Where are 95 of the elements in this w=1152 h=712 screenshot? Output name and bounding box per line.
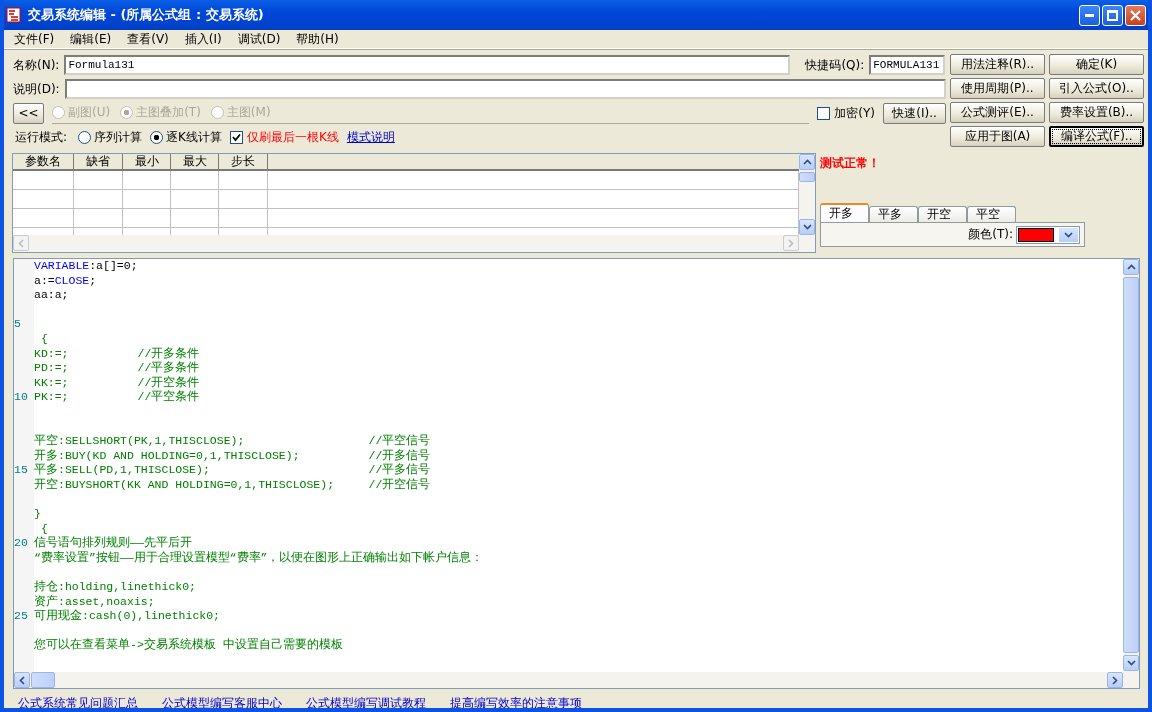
- code-line: 持仓:holding,linethick0;: [34, 580, 197, 595]
- dialog-button[interactable]: 公式测评(E)..: [950, 102, 1045, 123]
- scroll-down-button[interactable]: [1123, 655, 1139, 671]
- help-link[interactable]: 公式模型编写客服中心: [162, 695, 282, 708]
- code-line: 您可以在查看菜单->交易系统模板 中设置自己需要的模板: [34, 638, 343, 654]
- tab[interactable]: 平空: [967, 206, 1016, 222]
- field-label: 名称(N):: [12, 56, 61, 74]
- menu-item[interactable]: 调试(D): [229, 30, 289, 48]
- window-title: 交易系统编辑 - (所属公式组 : 交易系统): [28, 6, 265, 24]
- column-header[interactable]: 步长: [219, 154, 268, 169]
- code-line: VARIABLE:a[]=0;: [34, 259, 138, 274]
- status-message: 测试正常！: [820, 155, 881, 172]
- line-number: 5: [14, 317, 21, 332]
- minimize-button[interactable]: [1079, 4, 1100, 26]
- line-number: 15: [14, 463, 28, 478]
- radio-button[interactable]: 逐K线计算: [150, 128, 222, 146]
- dialog-button[interactable]: 引入公式(O)..: [1049, 78, 1144, 99]
- scroll-up-button[interactable]: [799, 154, 815, 170]
- checkbox[interactable]: 加密(Y): [817, 104, 875, 122]
- line-number: 10: [14, 390, 28, 405]
- menu-item[interactable]: 文件(F): [6, 30, 63, 48]
- maximize-icon: [1107, 9, 1118, 21]
- close-button[interactable]: [1125, 4, 1146, 26]
- chevron-down-icon: [802, 224, 812, 230]
- column-header[interactable]: 缺省: [74, 154, 123, 169]
- tab[interactable]: 开多: [820, 203, 869, 222]
- code-line: 可用现金:cash(0),linethick0;: [34, 609, 221, 624]
- code-line: {: [39, 331, 48, 347]
- maximize-button[interactable]: [1102, 4, 1123, 26]
- tab[interactable]: 开空: [918, 206, 967, 222]
- code-line: KD:=; //开多条件: [34, 346, 200, 361]
- close-icon: [1130, 9, 1141, 21]
- code-line: 开多:BUY(KD AND HOLDING=0,1,THISCLOSE); //开多信号: [34, 448, 431, 463]
- code-line: PD:=; //平多条件: [34, 361, 200, 376]
- code-line: }: [34, 507, 41, 522]
- code-line: 信号语句排列规则——先平后开: [34, 536, 192, 551]
- name-field[interactable]: Formula131: [64, 55, 791, 75]
- chevron-left-icon: [19, 675, 25, 685]
- code-line: 开空:BUYSHORT(KK AND HOLDING=0,1,THISCLOSE); //开空信号: [34, 477, 431, 493]
- app-icon: [6, 7, 22, 23]
- mode-link[interactable]: 模式说明: [346, 128, 395, 146]
- scroll-right-button[interactable]: [1107, 672, 1123, 688]
- chevron-down-icon: [1126, 660, 1136, 666]
- menu-item[interactable]: 帮助(H): [288, 30, 347, 48]
- column-header[interactable]: 最大: [171, 154, 219, 169]
- code-line: aa:a;: [34, 288, 69, 303]
- dialog-button[interactable]: 用法注释(R)..: [950, 54, 1045, 75]
- code-line: 平空:SELLSHORT(PK,1,THISCLOSE); //平空信号: [34, 434, 431, 449]
- dialog-button[interactable]: 确定(K): [1049, 54, 1144, 75]
- checkmark-icon: [231, 132, 241, 142]
- radio-button[interactable]: 序列计算: [78, 128, 143, 146]
- chevron-up-icon: [1126, 264, 1136, 270]
- chevron-right-icon: [788, 238, 794, 248]
- chevron-up-icon: [802, 159, 812, 165]
- dialog-button[interactable]: 使用周期(P)..: [950, 78, 1045, 99]
- code-line: “费率设置”按钮——用于合理设置模型“费率”，以便在图形上正确输出如下帐户信息：: [34, 550, 484, 566]
- column-header[interactable]: 最小: [123, 154, 171, 169]
- help-link[interactable]: 公式系统常见问题汇总: [18, 695, 138, 708]
- scrollbar-thumb[interactable]: [31, 672, 55, 688]
- scrollbar-thumb[interactable]: [1123, 277, 1139, 653]
- field-label: 颜色(T):: [967, 226, 1014, 243]
- code-line: a:=CLOSE;: [34, 273, 97, 289]
- dialog-button[interactable]: 编译公式(F)..: [1049, 126, 1144, 147]
- dialog-button[interactable]: 费率设置(B)..: [1049, 102, 1144, 123]
- shortcut-field[interactable]: FORMULA131: [869, 55, 946, 75]
- tab[interactable]: 平多: [869, 206, 918, 222]
- line-number: 20: [14, 536, 28, 551]
- scroll-up-button[interactable]: [1123, 259, 1139, 275]
- chevron-left-icon: [18, 238, 24, 248]
- field-label: 快捷码(Q):: [804, 56, 866, 74]
- code-line: {: [39, 521, 48, 536]
- scroll-left-button[interactable]: [14, 672, 30, 688]
- field-label: 说明(D):: [12, 80, 61, 98]
- field-label: 运行模式:: [14, 128, 69, 146]
- chevron-down-icon: [1064, 231, 1073, 238]
- quick-button[interactable]: 快速(I)..: [883, 102, 946, 124]
- line-number: 25: [14, 609, 28, 624]
- help-link[interactable]: 公式模型编写调试教程: [306, 695, 426, 708]
- scroll-down-button[interactable]: [799, 219, 815, 235]
- menu-item[interactable]: 插入(I): [176, 30, 230, 48]
- help-link[interactable]: 提高编写效率的注意事项: [450, 695, 582, 708]
- code-line: PK:=; //平空条件: [34, 390, 200, 405]
- code-line: 平多:SELL(PD,1,THISCLOSE); //平多信号: [34, 463, 431, 478]
- dialog-button[interactable]: 应用于图(A): [950, 126, 1045, 147]
- color-dropdown[interactable]: [1016, 225, 1080, 244]
- code-line: 资产:asset,noaxis;: [34, 594, 155, 609]
- minimize-icon: [1085, 13, 1094, 17]
- menu-item[interactable]: 查看(V): [119, 30, 177, 48]
- column-header[interactable]: 参数名: [13, 154, 74, 169]
- collapse-button[interactable]: <<: [13, 102, 44, 124]
- description-field[interactable]: [64, 79, 946, 99]
- menu-item[interactable]: 编辑(E): [62, 30, 120, 48]
- chevron-right-icon: [1112, 675, 1118, 685]
- code-line: KK:=; //开空条件: [34, 375, 200, 390]
- scrollbar-thumb[interactable]: [799, 172, 815, 182]
